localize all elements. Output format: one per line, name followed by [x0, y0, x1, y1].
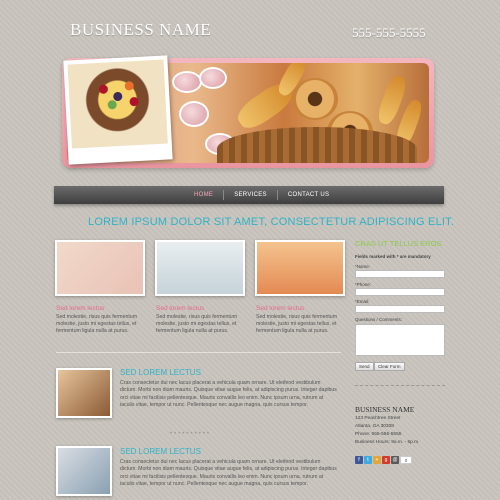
email-share-icon[interactable]: @: [391, 456, 399, 464]
nav-home[interactable]: HOME: [184, 192, 223, 198]
section-divider: [56, 352, 341, 353]
questions-label: Questions / Comments:: [355, 317, 403, 322]
article-title[interactable]: SED LOREM LECTUS: [120, 447, 201, 456]
name-field[interactable]: [355, 270, 445, 278]
header-phone: 555-555-5555: [352, 25, 426, 40]
email-label: *Email:: [355, 299, 370, 304]
email-field[interactable]: [355, 305, 445, 313]
clear-form-button[interactable]: Clear Form: [374, 362, 405, 371]
pagination-dots: ••••••••••: [170, 431, 212, 437]
page-headline: LOREM IPSUM DOLOR SIT AMET, CONSECTETUR …: [88, 216, 455, 228]
feature-text: Sed molestie, risus quis fermentum moles…: [56, 314, 138, 334]
share-icon[interactable]: +: [373, 456, 381, 464]
share-count: 0: [400, 456, 412, 464]
twitter-icon[interactable]: t: [364, 456, 372, 464]
feature-text: Sed molestie, risus quis fermentum moles…: [256, 314, 338, 334]
feature-caption[interactable]: Sed lorem lectus: [56, 305, 104, 312]
article-text: Cras consectetur dui nec lacus placerat …: [120, 380, 337, 408]
form-note: Fields marked with * are mandatory: [355, 254, 431, 259]
feature-caption[interactable]: Sed lorem lectus: [256, 305, 304, 312]
nav-services[interactable]: SERVICES: [224, 192, 277, 198]
article-image-baker[interactable]: [56, 368, 112, 418]
feature-image-cake-closeup[interactable]: [55, 240, 145, 296]
form-heading: CRAS UT TELLUS EROS.: [355, 239, 444, 248]
facebook-icon[interactable]: f: [355, 456, 363, 464]
business-city: Atlanta, GA 30308: [355, 424, 394, 429]
cake-photo: [63, 55, 173, 165]
page: { "header": {"brand": "BUSINESS NAME", "…: [0, 0, 500, 500]
google-plus-icon[interactable]: g: [382, 456, 390, 464]
brand-name[interactable]: BUSINESS NAME: [70, 20, 211, 40]
nav-contact[interactable]: CONTACT US: [278, 192, 339, 198]
questions-textarea[interactable]: [355, 324, 445, 356]
article-image-chefs[interactable]: [56, 446, 112, 496]
main-nav: HOME SERVICES CONTACT US: [54, 186, 444, 204]
name-label: *Name:: [355, 264, 371, 269]
business-name: BUSINESS NAME: [355, 405, 415, 414]
feature-caption[interactable]: Sed lorem lectus: [156, 305, 204, 312]
feature-image-cupcakes[interactable]: [255, 240, 345, 296]
form-divider: [355, 385, 445, 386]
phone-label: *Phone:: [355, 282, 372, 287]
business-hours: Business Hours: 9a.m. - 5p.m.: [355, 440, 420, 445]
article-text: Cras consectetur dui nec lacus placerat …: [120, 459, 337, 487]
article-title[interactable]: SED LOREM LECTUS: [120, 368, 201, 377]
business-street: 123 Peachtree Street: [355, 416, 401, 421]
send-button[interactable]: Send: [355, 362, 374, 371]
feature-text: Sed molestie, risus quis fermentum moles…: [156, 314, 238, 334]
feature-image-wedding-cake[interactable]: [155, 240, 245, 296]
business-phone: Phone: 555-555-5555: [355, 432, 402, 437]
phone-field[interactable]: [355, 288, 445, 296]
